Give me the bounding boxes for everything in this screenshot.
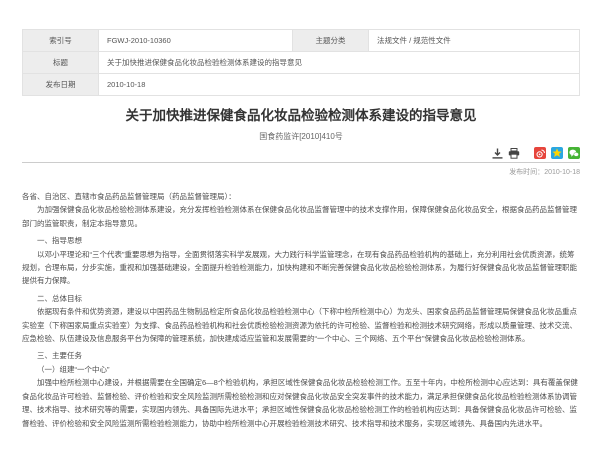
- article-paragraph: 依据现有条件和优势资源，建设以中国药品生物制品检定所食品化妆品检验检测中心（下称…: [22, 305, 580, 345]
- section-heading: 一、指导思想: [22, 234, 580, 247]
- meta-row-index: 索引号 FGWJ-2010-10360 主题分类 法规文件 / 规范性文件: [23, 30, 580, 52]
- weibo-share-icon[interactable]: [534, 147, 546, 159]
- document-meta-table: 索引号 FGWJ-2010-10360 主题分类 法规文件 / 规范性文件 标题…: [22, 29, 580, 96]
- meta-value-topic-category: 法规文件 / 规范性文件: [369, 30, 580, 52]
- article-body: 各省、自治区、直辖市食品药品监督管理局（药品监督管理局）：为加强保健食品化妆品检…: [22, 190, 580, 430]
- meta-value-publish-date: 2010-10-18: [99, 74, 580, 96]
- meta-row-publish-date: 发布日期 2010-10-18: [23, 74, 580, 96]
- article-paragraph: 以邓小平理论和“三个代表”重要思想为指导，全面贯彻落实科学发展观，大力践行科学监…: [22, 248, 580, 288]
- share-toolbar: [22, 147, 580, 163]
- download-icon[interactable]: [492, 148, 503, 159]
- meta-row-title: 标题 关于加快推进保健食品化妆品检验检测体系建设的指导意见: [23, 52, 580, 74]
- qzone-share-icon[interactable]: [551, 147, 563, 159]
- section-heading: 三、主要任务: [22, 349, 580, 362]
- wechat-share-icon[interactable]: [568, 147, 580, 159]
- article-paragraph: 各省、自治区、直辖市食品药品监督管理局（药品监督管理局）：: [22, 190, 580, 203]
- page-title: 关于加快推进保健食品化妆品检验检测体系建设的指导意见: [22, 107, 580, 124]
- article-paragraph: 加强中检所检测中心建设，并根据需要在全国确定6—8个检验机构，承担区域性保健食品…: [22, 376, 580, 430]
- meta-label-title: 标题: [23, 52, 99, 74]
- meta-value-title: 关于加快推进保健食品化妆品检验检测体系建设的指导意见: [99, 52, 580, 74]
- section-heading: 二、总体目标: [22, 292, 580, 305]
- publish-time-label: 发布时间：: [509, 169, 544, 176]
- section-heading: （一）组建“一个中心”: [22, 363, 580, 376]
- publish-time: 发布时间：2010-10-18: [22, 167, 580, 177]
- document-page: 索引号 FGWJ-2010-10360 主题分类 法规文件 / 规范性文件 标题…: [0, 0, 600, 430]
- document-number: 国食药监许[2010]410号: [22, 131, 580, 142]
- meta-label-index-number: 索引号: [23, 30, 99, 52]
- meta-label-publish-date: 发布日期: [23, 74, 99, 96]
- meta-value-index-number: FGWJ-2010-10360: [99, 30, 293, 52]
- article-paragraph: 为加强保健食品化妆品检验检测体系建设，充分发挥检验检测体系在保健食品化妆品监督管…: [22, 203, 580, 230]
- print-icon[interactable]: [508, 148, 520, 159]
- publish-time-value: 2010-10-18: [544, 169, 580, 176]
- meta-label-topic-category: 主题分类: [293, 30, 369, 52]
